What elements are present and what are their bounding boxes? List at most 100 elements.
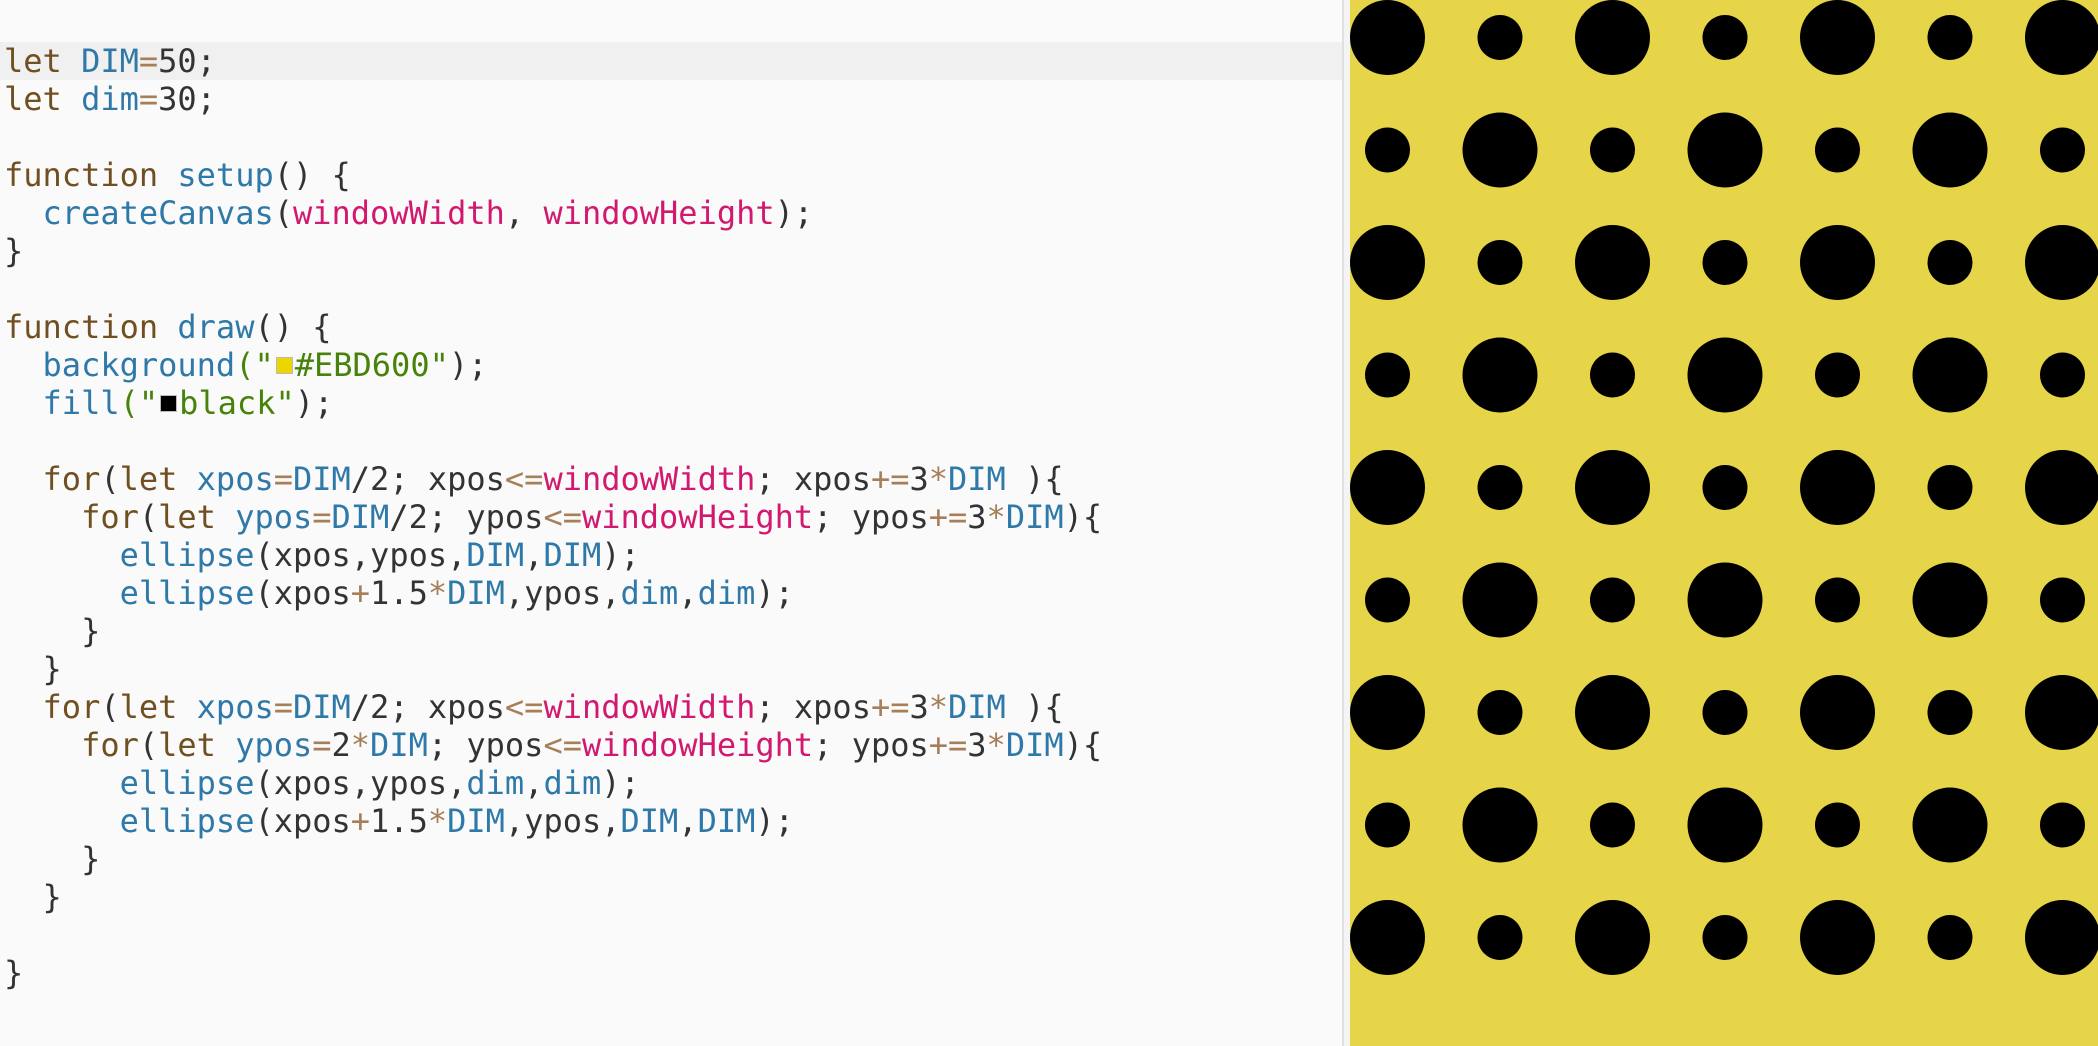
code-token: background (42, 346, 236, 384)
color-swatch-icon[interactable] (160, 394, 178, 412)
code-token: (" (119, 384, 159, 422)
code-line[interactable]: let dim=30; (0, 80, 1342, 118)
code-line[interactable]: for(let ypos=DIM/2; ypos<=windowHeight; … (0, 498, 1342, 536)
code-token: ( (100, 460, 120, 498)
sketch-ellipse (1800, 225, 1875, 300)
code-line[interactable]: for(let xpos=DIM/2; xpos<=windowWidth; x… (0, 460, 1342, 498)
code-line[interactable]: ellipse(xpos+1.5*DIM,ypos,DIM,DIM); (0, 802, 1342, 840)
code-token: for (81, 498, 139, 536)
sketch-canvas (1350, 0, 2098, 1046)
code-editor[interactable]: let DIM=50; let dim=30; function setup() … (0, 0, 1342, 1046)
code-token: ; xpos (755, 688, 871, 726)
sketch-ellipse (1800, 675, 1875, 750)
code-token: = (312, 726, 332, 764)
code-lines[interactable]: let DIM=50; let dim=30; function setup() … (0, 42, 1342, 992)
code-token: * (350, 726, 371, 764)
code-token: () { (254, 308, 332, 346)
code-token: DIM (292, 688, 351, 726)
sketch-ellipse (1590, 127, 1635, 173)
code-line[interactable]: ellipse(xpos,ypos,DIM,DIM); (0, 536, 1342, 574)
code-token: = (138, 42, 159, 80)
code-line[interactable]: background(" #EBD600"); (0, 346, 1342, 384)
code-token: = (273, 688, 293, 726)
code-line[interactable]: } (0, 612, 1342, 650)
code-token: dim (466, 764, 525, 802)
code-token: } (4, 232, 24, 270)
sketch-ellipse (1800, 0, 1875, 75)
code-token: /2; xpos (350, 460, 505, 498)
sketch-ellipse (1912, 337, 1988, 413)
code-token: ellipse (119, 574, 255, 612)
code-token: (xpos,ypos, (254, 764, 467, 802)
sketch-ellipse (2025, 225, 2098, 300)
sketch-ellipse (1702, 915, 1748, 960)
code-token: dim (697, 574, 756, 612)
sketch-ellipse (1927, 915, 1973, 960)
code-line[interactable]: function setup() { (0, 156, 1342, 194)
code-line[interactable]: createCanvas(windowWidth, windowHeight); (0, 194, 1342, 232)
sketch-ellipse (1590, 352, 1635, 398)
color-swatch-icon[interactable] (275, 356, 293, 374)
code-token: 30 (158, 80, 197, 118)
code-line[interactable]: function draw() { (0, 308, 1342, 346)
code-line[interactable] (0, 118, 1342, 156)
code-token: ellipse (119, 536, 255, 574)
code-line[interactable] (0, 422, 1342, 460)
code-line[interactable]: } (0, 878, 1342, 916)
code-token: setup (177, 156, 274, 194)
code-token: ,ypos, (504, 574, 621, 612)
code-token: ); (294, 384, 334, 422)
code-line[interactable] (0, 270, 1342, 308)
pane-divider[interactable] (1342, 0, 1350, 1046)
code-token: ){ (1005, 688, 1064, 726)
code-line[interactable]: ellipse(xpos,ypos,dim,dim); (0, 764, 1342, 802)
code-line[interactable]: } (0, 954, 1342, 992)
code-line[interactable]: let DIM=50; (0, 42, 1342, 80)
code-token: += (928, 726, 968, 764)
code-token: ypos (235, 726, 313, 764)
sketch-ellipse (1575, 450, 1650, 525)
code-token: ,ypos, (504, 802, 621, 840)
sketch-ellipse (1575, 900, 1650, 975)
code-token: ellipse (119, 764, 255, 802)
code-token: DIM (331, 498, 390, 536)
code-token: 1.5 (370, 802, 428, 840)
sketch-ellipse (1927, 465, 1973, 510)
code-token: /2; ypos (389, 498, 544, 536)
code-token: = (138, 80, 159, 118)
code-line[interactable]: for(let ypos=2*DIM; ypos<=windowHeight; … (0, 726, 1342, 764)
code-token: windowHeight (581, 726, 814, 764)
code-token: ){ (1063, 726, 1103, 764)
code-line[interactable]: } (0, 840, 1342, 878)
code-token: ( (100, 688, 120, 726)
code-token: DIM (370, 726, 428, 764)
code-line[interactable]: } (0, 232, 1342, 270)
code-token: ; ypos (813, 726, 929, 764)
sketch-ellipse (1350, 0, 1425, 75)
code-line[interactable] (0, 916, 1342, 954)
code-token: DIM (292, 460, 351, 498)
code-token: ){ (1005, 460, 1064, 498)
code-line[interactable]: fill(" black"); (0, 384, 1342, 422)
sketch-ellipse (2025, 0, 2098, 75)
code-line[interactable]: ellipse(xpos+1.5*DIM,ypos,dim,dim); (0, 574, 1342, 612)
code-token: ( (138, 726, 159, 764)
sketch-ellipse (2040, 352, 2085, 398)
sketch-ellipse (1350, 675, 1425, 750)
code-token: function (4, 156, 178, 194)
code-token: let (158, 726, 236, 764)
code-token: ; (196, 80, 216, 118)
code-token: windowWidth (543, 688, 756, 726)
code-line[interactable]: for(let xpos=DIM/2; xpos<=windowWidth; x… (0, 688, 1342, 726)
code-line[interactable]: } (0, 650, 1342, 688)
sketch-ellipse (1365, 802, 1410, 848)
code-token: let (158, 498, 236, 536)
code-token: * (427, 574, 448, 612)
code-token: for (42, 688, 101, 726)
code-token: windowHeight (543, 194, 775, 232)
